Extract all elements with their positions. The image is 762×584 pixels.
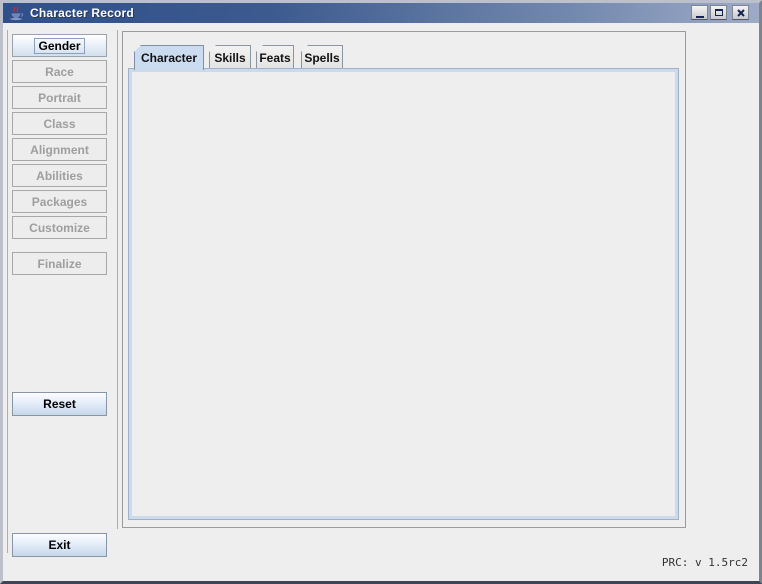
tab-label: Feats (259, 51, 290, 65)
maximize-button[interactable] (710, 5, 727, 20)
window-controls (689, 5, 749, 20)
button-label: Packages (32, 195, 87, 209)
minimize-button[interactable] (691, 5, 708, 20)
tab-character[interactable]: Character (134, 45, 204, 70)
sidebar-button-alignment[interactable]: Alignment (12, 138, 107, 161)
tab-label: Spells (304, 51, 339, 65)
button-label: Gender (38, 39, 80, 53)
button-label: Reset (43, 397, 76, 411)
sidebar-button-class[interactable]: Class (12, 112, 107, 135)
sidebar-button-finalize[interactable]: Finalize (12, 252, 107, 275)
minimize-icon (696, 8, 704, 18)
window-title: Character Record (30, 6, 134, 20)
button-label: Race (45, 65, 74, 79)
sidebar-right-border (117, 30, 118, 529)
java-cup-icon (8, 5, 24, 21)
maximize-icon (715, 9, 723, 16)
version-label: PRC: v 1.5rc2 (662, 556, 748, 569)
tab-label: Skills (214, 51, 245, 65)
character-record-window: Character Record Gender Race Portrait Cl… (0, 0, 762, 584)
button-label: Portrait (38, 91, 81, 105)
close-button[interactable] (732, 5, 749, 20)
tabbed-pane: Character Skills Feats Spells (122, 31, 686, 528)
sidebar-button-gender[interactable]: Gender (12, 34, 107, 57)
title-bar[interactable]: Character Record (3, 3, 759, 24)
tab-feats[interactable]: Feats (256, 45, 294, 69)
sidebar-button-packages[interactable]: Packages (12, 190, 107, 213)
tab-skills[interactable]: Skills (209, 45, 251, 69)
button-label: Exit (48, 538, 70, 552)
sidebar-left-border (7, 30, 8, 553)
tab-label: Character (141, 51, 197, 65)
button-label: Alignment (30, 143, 89, 157)
tab-content-character (128, 68, 679, 520)
tab-spells[interactable]: Spells (301, 45, 343, 69)
content-area: Gender Race Portrait Class Alignment Abi… (3, 23, 759, 581)
button-label: Class (43, 117, 75, 131)
button-label: Abilities (36, 169, 83, 183)
sidebar-button-abilities[interactable]: Abilities (12, 164, 107, 187)
sidebar-button-portrait[interactable]: Portrait (12, 86, 107, 109)
button-label: Customize (29, 221, 90, 235)
button-label: Finalize (37, 257, 81, 271)
reset-button[interactable]: Reset (12, 392, 107, 416)
focus-ring: Gender (34, 38, 84, 54)
sidebar-button-race[interactable]: Race (12, 60, 107, 83)
sidebar-button-customize[interactable]: Customize (12, 216, 107, 239)
close-icon (737, 9, 745, 17)
exit-button[interactable]: Exit (12, 533, 107, 557)
